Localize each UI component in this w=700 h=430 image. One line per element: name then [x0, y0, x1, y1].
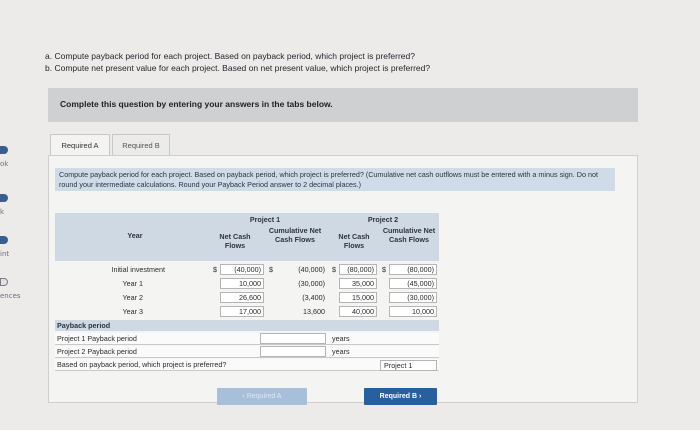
table-row: Based on payback period, which project i… — [55, 359, 439, 371]
rail-item[interactable]: ences — [0, 292, 21, 300]
left-rail: ok k int ences — [0, 0, 28, 430]
next-button[interactable]: Required B › — [364, 388, 437, 405]
p1-net-header: Net Cash Flows — [219, 232, 251, 250]
rail-marker-icon — [0, 194, 8, 202]
preferred-label: Based on payback period, which project i… — [57, 360, 227, 369]
dollar-sign: $ — [332, 265, 336, 274]
dollar-sign: $ — [382, 265, 386, 274]
p1-cum-input[interactable]: 13,600 — [276, 306, 328, 317]
prev-button-label: Required A — [246, 393, 282, 400]
question-part-b: b. Compute net present value for each pr… — [45, 63, 431, 73]
p1-net-input[interactable]: 17,000 — [220, 306, 264, 317]
p1-net-input[interactable]: 26,600 — [220, 292, 264, 303]
p1-cum-input[interactable]: (40,000) — [276, 264, 328, 275]
p2-cum-input[interactable]: (30,000) — [389, 292, 437, 303]
p2-net-input[interactable]: 15,000 — [339, 292, 377, 303]
p2-cum-input[interactable]: 10,000 — [389, 306, 437, 317]
project1-header: Project 1 — [249, 215, 281, 224]
project2-header: Project 2 — [367, 215, 399, 224]
table-row: Project 1 Payback period years — [55, 333, 439, 345]
p1-payback-input[interactable] — [260, 333, 326, 344]
p1-net-input[interactable]: 10,000 — [220, 278, 264, 289]
rail-marker-icon — [0, 236, 8, 244]
payback-section-header: Payback period — [55, 320, 439, 331]
row-label: Initial investment — [111, 265, 165, 274]
p1-net-input[interactable]: (40,000) — [220, 264, 264, 275]
p2-cum-input[interactable]: (80,000) — [389, 264, 437, 275]
p2-cum-header: Cumulative Net Cash Flows — [382, 226, 436, 244]
p2-net-input[interactable]: (80,000) — [339, 264, 377, 275]
prev-button[interactable]: ‹ Required A — [217, 388, 307, 405]
p1-cum-header: Cumulative Net Cash Flows — [268, 226, 322, 244]
p2-net-input[interactable]: 40,000 — [339, 306, 377, 317]
instruction-text: Compute payback period for each project.… — [55, 168, 615, 191]
row-label: Year 1 — [122, 279, 143, 288]
tab-required-a[interactable]: Required A — [50, 134, 110, 156]
table-row: Project 2 Payback period years — [55, 346, 439, 358]
dollar-sign: $ — [213, 265, 217, 274]
p2-cum-input[interactable]: (45,000) — [389, 278, 437, 289]
p1-cum-input[interactable]: (3,400) — [276, 292, 328, 303]
chevron-right-icon: › — [418, 393, 422, 400]
tab-required-b[interactable]: Required B — [112, 134, 170, 156]
rail-item[interactable]: ok — [0, 160, 8, 168]
p2-net-header: Net Cash Flows — [338, 232, 370, 250]
preferred-value: Project 1 — [384, 361, 413, 370]
question-text: a. Compute payback period for each proje… — [45, 50, 430, 74]
year-header: Year — [127, 231, 143, 240]
p2-net-input[interactable]: 35,000 — [339, 278, 377, 289]
rail-marker-icon — [0, 278, 8, 286]
p2-payback-input[interactable] — [260, 346, 326, 357]
instruction-banner: Complete this question by entering your … — [48, 88, 638, 122]
p1-cum-input[interactable]: (30,000) — [276, 278, 328, 289]
years-unit: years — [332, 347, 350, 356]
rail-item[interactable]: int — [0, 250, 9, 258]
chevron-left-icon: ‹ — [242, 393, 245, 400]
dollar-sign: $ — [269, 265, 273, 274]
row-label: Year 2 — [122, 293, 143, 302]
banner-text: Complete this question by entering your … — [60, 99, 333, 109]
next-button-label: Required B — [379, 393, 418, 400]
rail-marker-icon — [0, 146, 8, 154]
question-part-a: a. Compute payback period for each proje… — [45, 51, 415, 61]
row-label: Year 3 — [122, 307, 143, 316]
tab-panel: Compute payback period for each project.… — [48, 155, 638, 405]
payback-table: Year Project 1 Project 2 Net Cash Flows … — [55, 213, 439, 373]
years-unit: years — [332, 334, 350, 343]
p2-payback-label: Project 2 Payback period — [57, 347, 137, 356]
rail-item[interactable]: k — [0, 208, 4, 216]
preferred-select[interactable]: Project 1 — [380, 360, 437, 371]
p1-payback-label: Project 1 Payback period — [57, 334, 137, 343]
